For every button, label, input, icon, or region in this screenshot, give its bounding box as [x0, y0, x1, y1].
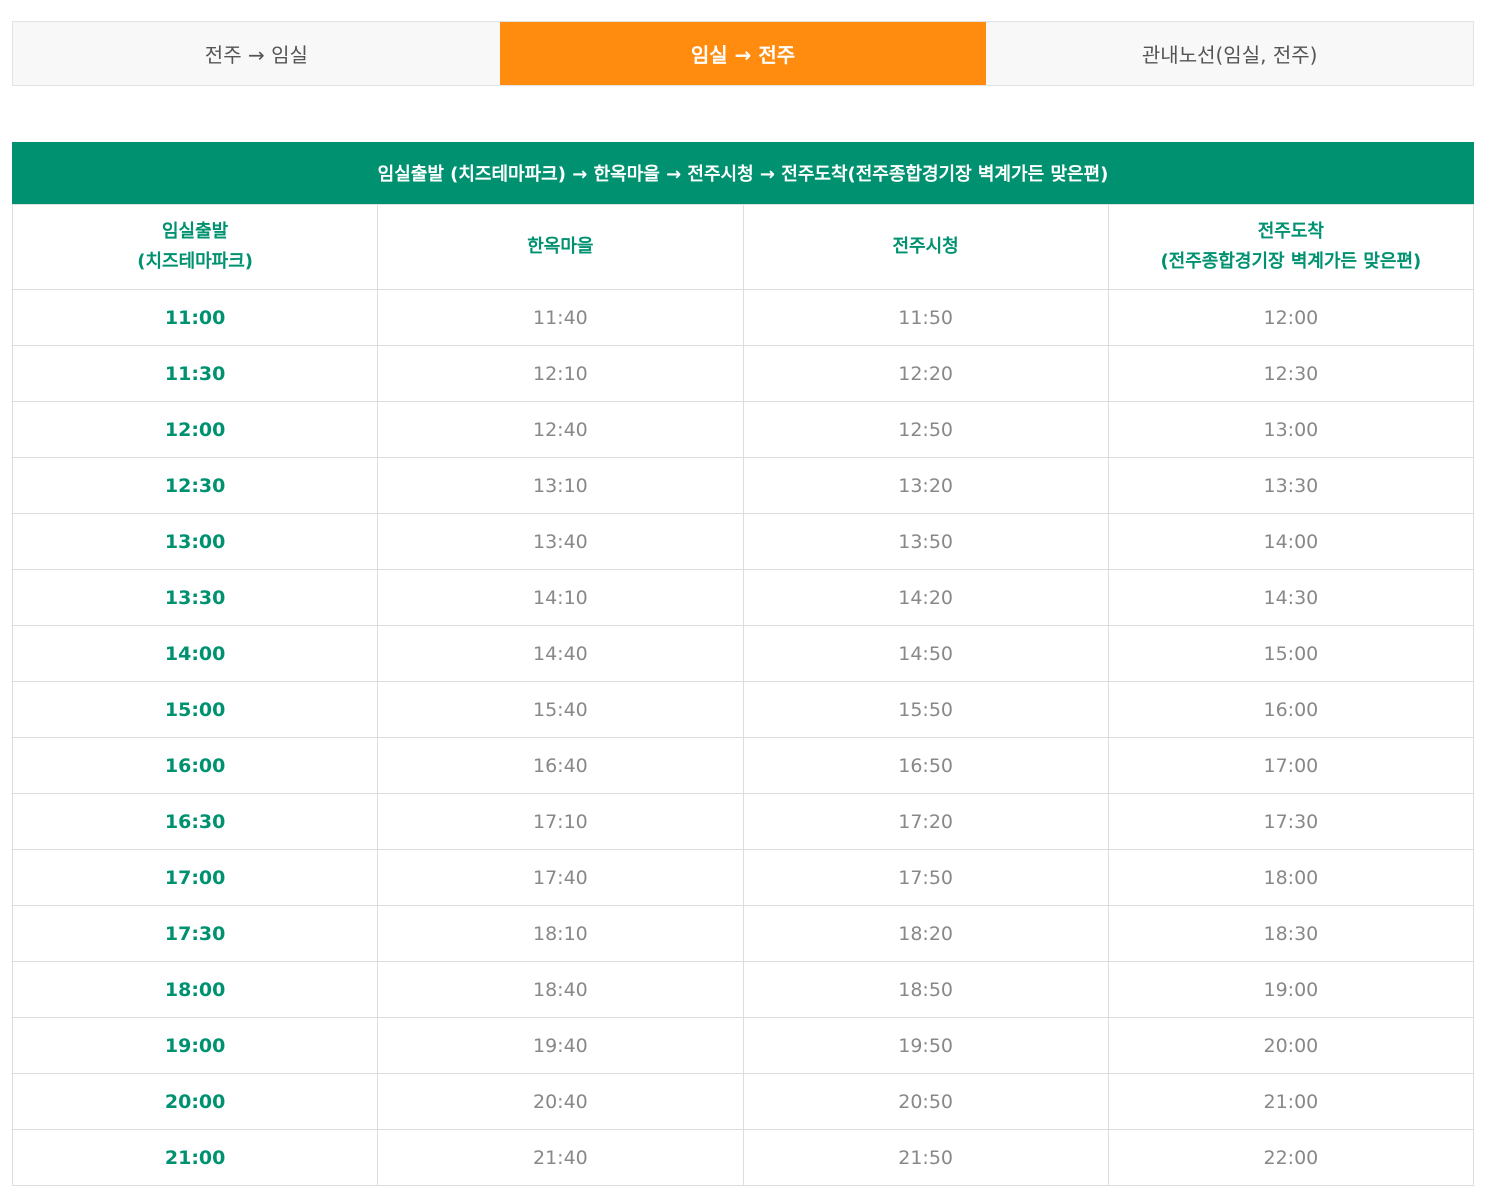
- timetable-header-row: 임실출발 (치즈테마파크) 한옥마을 전주시청 전주도착 (전주종합경기장 벽계…: [11, 204, 1475, 290]
- time-hanok-village: 15:40: [377, 681, 744, 738]
- depart-time-imsil: 13:30: [11, 569, 379, 626]
- time-jeonju-city-hall: 17:20: [742, 793, 1109, 850]
- time-jeonju-city-hall: 14:50: [742, 625, 1109, 682]
- time-hanok-village: 11:40: [377, 289, 744, 346]
- depart-time-imsil: 16:30: [11, 793, 379, 850]
- time-jeonju-city-hall: 18:50: [742, 961, 1109, 1018]
- time-jeonju-city-hall: 16:50: [742, 737, 1109, 794]
- depart-time-imsil: 13:00: [11, 513, 379, 570]
- timetable-body: 11:00 11:40 11:50 12:00 11:30 12:10 12:20 12:30…: [11, 289, 1475, 1186]
- table-row: 17:00 17:40 17:50 18:00: [11, 849, 1475, 906]
- column-header-line: 임실출발: [162, 221, 229, 242]
- depart-time-imsil: 16:00: [11, 737, 379, 794]
- time-hanok-village: 14:40: [377, 625, 744, 682]
- table-row: 16:00 16:40 16:50 17:00: [11, 737, 1475, 794]
- depart-time-imsil: 20:00: [11, 1073, 379, 1130]
- arrival-time-jeonju: 17:30: [1107, 793, 1475, 850]
- arrival-time-jeonju: 17:00: [1107, 737, 1475, 794]
- arrival-time-jeonju: 13:30: [1107, 457, 1475, 514]
- time-hanok-village: 17:40: [377, 849, 744, 906]
- tab-local-routes[interactable]: 관내노선(임실, 전주): [986, 22, 1473, 85]
- table-row: 16:30 17:10 17:20 17:30: [11, 793, 1475, 850]
- time-jeonju-city-hall: 18:20: [742, 905, 1109, 962]
- depart-time-imsil: 15:00: [11, 681, 379, 738]
- time-jeonju-city-hall: 19:50: [742, 1017, 1109, 1074]
- column-header-line: 전주도착: [1257, 221, 1324, 242]
- time-hanok-village: 19:40: [377, 1017, 744, 1074]
- table-row: 15:00 15:40 15:50 16:00: [11, 681, 1475, 738]
- depart-time-imsil: 17:00: [11, 849, 379, 906]
- depart-time-imsil: 11:30: [11, 345, 379, 402]
- column-header-line: 전주시청: [892, 236, 959, 257]
- arrival-time-jeonju: 13:00: [1107, 401, 1475, 458]
- arrival-time-jeonju: 14:00: [1107, 513, 1475, 570]
- table-row: 11:00 11:40 11:50 12:00: [11, 289, 1475, 346]
- table-row: 21:00 21:40 21:50 22:00: [11, 1129, 1475, 1186]
- table-row: 20:00 20:40 20:50 21:00: [11, 1073, 1475, 1130]
- arrival-time-jeonju: 21:00: [1107, 1073, 1475, 1130]
- time-hanok-village: 14:10: [377, 569, 744, 626]
- table-row: 18:00 18:40 18:50 19:00: [11, 961, 1475, 1018]
- time-jeonju-city-hall: 15:50: [742, 681, 1109, 738]
- arrival-time-jeonju: 16:00: [1107, 681, 1475, 738]
- arrival-time-jeonju: 18:30: [1107, 905, 1475, 962]
- time-jeonju-city-hall: 12:50: [742, 401, 1109, 458]
- tab-jeonju-to-imsil[interactable]: 전주 → 임실: [13, 22, 500, 85]
- arrival-time-jeonju: 22:00: [1107, 1129, 1475, 1186]
- time-jeonju-city-hall: 20:50: [742, 1073, 1109, 1130]
- route-tabs: 전주 → 임실 임실 → 전주 관내노선(임실, 전주): [12, 21, 1474, 86]
- time-jeonju-city-hall: 21:50: [742, 1129, 1109, 1186]
- arrival-time-jeonju: 18:00: [1107, 849, 1475, 906]
- time-hanok-village: 12:40: [377, 401, 744, 458]
- column-header-imsil-departure: 임실출발 (치즈테마파크): [11, 204, 379, 290]
- column-header-line: (치즈테마파크): [137, 251, 254, 272]
- arrival-time-jeonju: 14:30: [1107, 569, 1475, 626]
- depart-time-imsil: 12:30: [11, 457, 379, 514]
- time-jeonju-city-hall: 14:20: [742, 569, 1109, 626]
- time-hanok-village: 13:10: [377, 457, 744, 514]
- depart-time-imsil: 21:00: [11, 1129, 379, 1186]
- depart-time-imsil: 12:00: [11, 401, 379, 458]
- arrival-time-jeonju: 20:00: [1107, 1017, 1475, 1074]
- column-header-hanok-village: 한옥마을: [377, 204, 744, 290]
- time-hanok-village: 21:40: [377, 1129, 744, 1186]
- column-header-jeonju-arrival: 전주도착 (전주종합경기장 벽계가든 맞은편): [1107, 204, 1475, 290]
- column-header-line: (전주종합경기장 벽계가든 맞은편): [1160, 251, 1422, 272]
- time-jeonju-city-hall: 12:20: [742, 345, 1109, 402]
- arrival-time-jeonju: 12:30: [1107, 345, 1475, 402]
- time-hanok-village: 17:10: [377, 793, 744, 850]
- time-jeonju-city-hall: 11:50: [742, 289, 1109, 346]
- tab-imsil-to-jeonju[interactable]: 임실 → 전주: [499, 22, 987, 85]
- time-hanok-village: 16:40: [377, 737, 744, 794]
- timetable: 임실출발 (치즈테마파크) 한옥마을 전주시청 전주도착 (전주종합경기장 벽계…: [11, 204, 1475, 1186]
- table-row: 19:00 19:40 19:50 20:00: [11, 1017, 1475, 1074]
- depart-time-imsil: 17:30: [11, 905, 379, 962]
- depart-time-imsil: 14:00: [11, 625, 379, 682]
- table-row: 13:00 13:40 13:50 14:00: [11, 513, 1475, 570]
- column-header-line: 한옥마을: [527, 236, 594, 257]
- column-header-jeonju-city-hall: 전주시청: [742, 204, 1109, 290]
- depart-time-imsil: 19:00: [11, 1017, 379, 1074]
- time-jeonju-city-hall: 13:20: [742, 457, 1109, 514]
- time-jeonju-city-hall: 13:50: [742, 513, 1109, 570]
- table-row: 12:30 13:10 13:20 13:30: [11, 457, 1475, 514]
- table-row: 17:30 18:10 18:20 18:30: [11, 905, 1475, 962]
- arrival-time-jeonju: 19:00: [1107, 961, 1475, 1018]
- time-hanok-village: 12:10: [377, 345, 744, 402]
- table-row: 12:00 12:40 12:50 13:00: [11, 401, 1475, 458]
- table-row: 13:30 14:10 14:20 14:30: [11, 569, 1475, 626]
- time-hanok-village: 20:40: [377, 1073, 744, 1130]
- table-row: 14:00 14:40 14:50 15:00: [11, 625, 1475, 682]
- time-hanok-village: 18:40: [377, 961, 744, 1018]
- arrival-time-jeonju: 15:00: [1107, 625, 1475, 682]
- depart-time-imsil: 18:00: [11, 961, 379, 1018]
- arrival-time-jeonju: 12:00: [1107, 289, 1475, 346]
- depart-time-imsil: 11:00: [11, 289, 379, 346]
- table-row: 11:30 12:10 12:20 12:30: [11, 345, 1475, 402]
- route-title: 임실출발 (치즈테마파크) → 한옥마을 → 전주시청 → 전주도착(전주종합경…: [12, 142, 1474, 204]
- time-hanok-village: 13:40: [377, 513, 744, 570]
- time-jeonju-city-hall: 17:50: [742, 849, 1109, 906]
- time-hanok-village: 18:10: [377, 905, 744, 962]
